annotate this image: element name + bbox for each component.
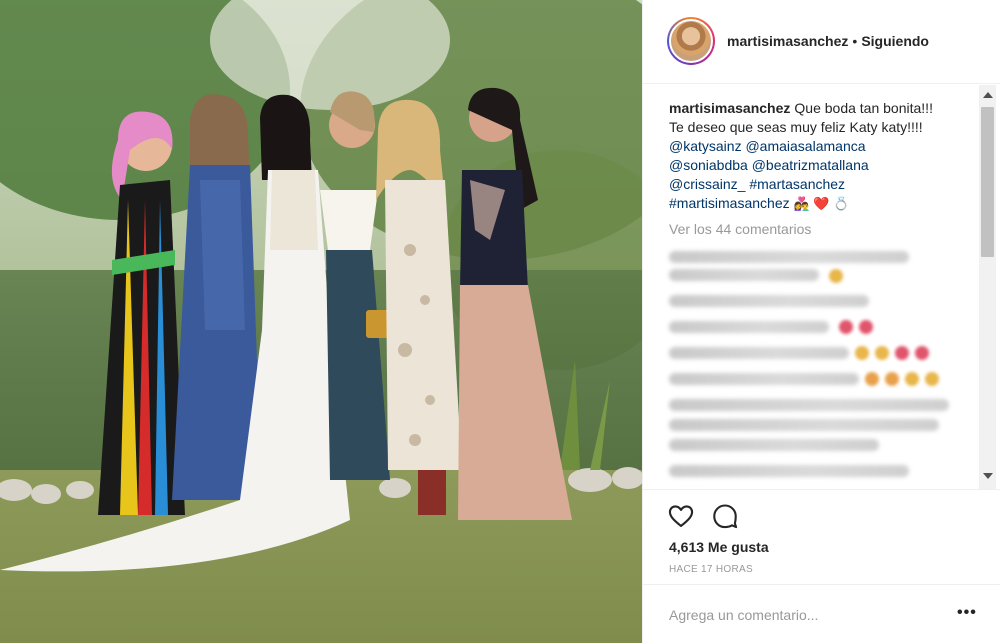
blurred-emoji (865, 372, 879, 386)
blurred-comment (669, 419, 939, 431)
blurred-emoji (829, 269, 843, 283)
header-username[interactable]: martisimasanchez (727, 33, 848, 49)
like-button[interactable] (667, 502, 695, 530)
blurred-comment (669, 465, 909, 477)
caption-text-1: Que boda tan bonita!!! (794, 100, 933, 116)
blurred-emoji (839, 320, 853, 334)
scroll-down-arrow-icon[interactable] (983, 473, 993, 479)
add-comment-input[interactable] (669, 607, 919, 623)
mention-link[interactable]: @soniabdba (669, 157, 748, 173)
mention-link[interactable]: @katysainz (669, 138, 742, 154)
add-comment-bar: ••• (643, 584, 1000, 643)
mention-link[interactable]: @crissainz_ (669, 176, 745, 192)
comments-scrollbar[interactable] (979, 85, 996, 489)
more-options-icon[interactable]: ••• (957, 604, 977, 622)
follow-status-button[interactable]: Siguiendo (861, 33, 929, 49)
caption-username[interactable]: martisimasanchez (669, 100, 790, 116)
blurred-comment (669, 439, 879, 451)
caption-emojis: 👩‍❤️‍👨 ❤️ 💍 (793, 196, 850, 211)
blurred-emoji (905, 372, 919, 386)
blurred-emoji (855, 346, 869, 360)
hashtag-link[interactable]: #martisimasanchez (669, 195, 790, 211)
avatar-image (669, 19, 713, 63)
hashtag-link[interactable]: #martasanchez (749, 176, 845, 192)
comment-bubble-icon (713, 504, 738, 529)
mention-link[interactable]: @beatrizmatallana (752, 157, 869, 173)
avatar[interactable] (667, 17, 715, 65)
caption: martisimasanchez Que boda tan bonita!!! T… (669, 99, 969, 213)
blurred-emoji (885, 372, 899, 386)
view-all-comments-link[interactable]: Ver los 44 comentarios (669, 221, 811, 237)
scroll-up-arrow-icon[interactable] (983, 92, 993, 98)
post-actions: 4,613 Me gusta HACE 17 HORAS (643, 489, 1000, 599)
blurred-comment (669, 251, 909, 263)
caption-text-2: Te deseo que seas muy feliz Katy katy!!!… (669, 119, 923, 135)
mention-link[interactable]: @amaiasalamanca (745, 138, 865, 154)
post-header: martisimasanchez • Siguiendo (643, 0, 1000, 84)
blurred-emoji (875, 346, 889, 360)
wedding-photo-illustration (0, 0, 642, 643)
comment-button[interactable] (711, 502, 739, 530)
header-text: martisimasanchez • Siguiendo (727, 33, 929, 49)
blurred-comment (669, 295, 869, 307)
post-side-panel: martisimasanchez • Siguiendo martisimasanc… (642, 0, 1000, 643)
blurred-comment (669, 321, 829, 333)
like-count[interactable]: 4,613 Me gusta (669, 539, 769, 555)
blurred-comment (669, 347, 849, 359)
comments-area: martisimasanchez Que boda tan bonita!!! T… (643, 85, 1000, 489)
post-photo[interactable] (0, 0, 642, 643)
blurred-comment (669, 399, 949, 411)
header-separator: • (852, 33, 858, 49)
blurred-emoji (915, 346, 929, 360)
heart-outline-icon (668, 505, 694, 527)
post-timestamp[interactable]: HACE 17 HORAS (669, 564, 753, 575)
blurred-emoji (859, 320, 873, 334)
blurred-comment (669, 269, 819, 281)
scrollbar-thumb[interactable] (981, 107, 994, 257)
blurred-emoji (925, 372, 939, 386)
blurred-emoji (895, 346, 909, 360)
blurred-comment (669, 373, 859, 385)
